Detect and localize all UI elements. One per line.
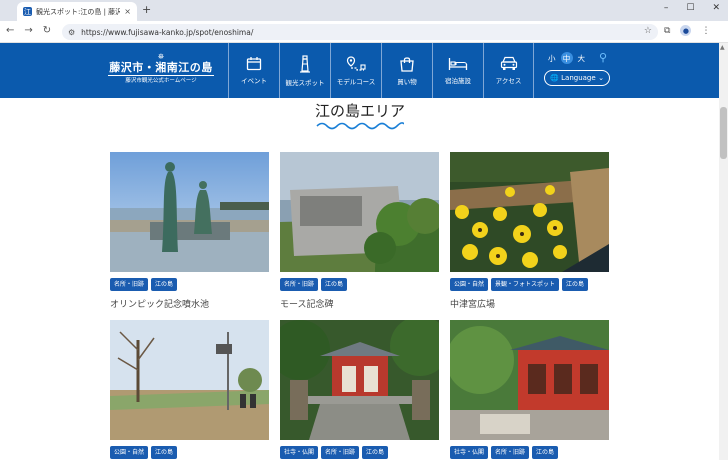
maximize-button[interactable]: ☐	[686, 3, 694, 13]
scrollbar-thumb[interactable]	[720, 107, 727, 159]
bookmark-star-icon[interactable]: ☆	[644, 26, 652, 36]
lighthouse-icon	[300, 54, 310, 73]
font-size-large[interactable]: 大	[578, 53, 586, 64]
tag[interactable]: 名所・旧跡	[110, 278, 149, 291]
spot-card[interactable]: 社寺・仏閣 名所・旧跡 江の島	[450, 320, 609, 459]
wave-divider-icon	[316, 122, 404, 130]
tag[interactable]: 公園・自然	[450, 278, 489, 291]
spot-name[interactable]: 中津宮広場	[450, 297, 609, 310]
spot-name[interactable]: オリンピック記念噴水池	[110, 297, 269, 310]
tag[interactable]: 公園・自然	[110, 446, 149, 459]
tab-close-icon[interactable]: ×	[124, 7, 131, 16]
menu-item-access[interactable]: アクセス	[483, 43, 534, 98]
spot-card[interactable]: 名所・旧跡 江の島 オリンピック記念噴水池	[110, 152, 269, 310]
tag[interactable]: 社寺・仏閣	[280, 446, 319, 459]
page-title: 江の島エリア	[314, 102, 405, 120]
tag[interactable]: 名所・旧跡	[491, 446, 530, 459]
spot-name[interactable]: モース記念碑	[280, 297, 439, 310]
chevron-down-icon: ⌄	[598, 74, 604, 82]
menu-item-model-course[interactable]: モデルコース	[330, 43, 381, 98]
tag[interactable]: 景観・フォトスポット	[491, 278, 560, 291]
tag[interactable]: 名所・旧跡	[321, 446, 360, 459]
font-size-medium[interactable]: 中	[560, 52, 573, 64]
lighthouse-logo-icon: ⛯	[157, 52, 165, 61]
tag-list: 公園・自然 景観・フォトスポット 江の島	[450, 278, 609, 291]
page-scrollbar[interactable]	[719, 43, 728, 460]
menu-item-event[interactable]: イベント	[228, 43, 279, 98]
tag[interactable]: 江の島	[362, 446, 389, 459]
spot-photo[interactable]	[280, 320, 439, 440]
window-controls: – ☐ ✕	[664, 3, 720, 13]
tag-list: 名所・旧跡 江の島	[110, 278, 269, 291]
tag-list: 社寺・仏閣 名所・旧跡 江の島	[450, 446, 609, 459]
spot-card[interactable]: 社寺・仏閣 名所・旧跡 江の島	[280, 320, 439, 459]
tag[interactable]: 江の島	[151, 278, 178, 291]
tag[interactable]: 江の島	[151, 446, 178, 459]
globe-icon: 🌐	[550, 74, 559, 82]
site-logo[interactable]: ⛯ 藤沢市・湘南江の島 藤沢市観光公式ホームページ	[108, 53, 214, 91]
tab-title: 観光スポット:江の島 | 藤沢市観光	[36, 7, 121, 16]
tag[interactable]: 江の島	[321, 278, 348, 291]
bed-icon	[448, 57, 468, 70]
new-tab-button[interactable]: +	[142, 3, 151, 16]
tag-list: 社寺・仏閣 名所・旧跡 江の島	[280, 446, 439, 459]
spot-photo[interactable]	[110, 320, 269, 440]
extensions-icon[interactable]: ⧉	[664, 26, 670, 36]
spot-photo[interactable]	[450, 320, 609, 440]
site-favicon-icon: 江	[23, 7, 32, 16]
tag[interactable]: 江の島	[532, 446, 559, 459]
tag-list: 公園・自然 江の島	[110, 446, 269, 459]
site-info-icon[interactable]: ⚙	[68, 28, 75, 37]
language-selector[interactable]: 🌐 Language ⌄	[544, 70, 610, 86]
logo-main-text: 藤沢市・湘南江の島	[109, 61, 213, 74]
tag[interactable]: 名所・旧跡	[280, 278, 319, 291]
scroll-up-arrow-icon[interactable]: ▲	[720, 44, 725, 51]
map-route-icon	[346, 55, 366, 71]
spot-card[interactable]: 名所・旧跡 江の島 モース記念碑	[280, 152, 439, 310]
spot-photo[interactable]	[450, 152, 609, 272]
omnibox[interactable]: ⚙ https://www.fujisawa-kanko.jp/spot/eno…	[62, 24, 658, 40]
font-size-switcher: 小 中 大	[548, 52, 585, 64]
profile-avatar-icon[interactable]: ●	[680, 25, 692, 36]
more-menu-icon[interactable]: ⋮	[701, 26, 710, 36]
spot-photo[interactable]	[280, 152, 439, 272]
main-menu: イベント 観光スポット モデルコース 買い物 宿泊施設 アクセス	[228, 43, 534, 98]
url-text[interactable]: https://www.fujisawa-kanko.jp/spot/enosh…	[81, 28, 253, 37]
tag[interactable]: 江の島	[562, 278, 589, 291]
browser-tab[interactable]: 江 観光スポット:江の島 | 藤沢市観光 ×	[17, 2, 137, 21]
language-label: Language	[561, 74, 596, 82]
shopping-bag-icon	[400, 56, 414, 72]
menu-item-spot[interactable]: 観光スポット	[279, 43, 330, 98]
logo-sub-text: 藤沢市観光公式ホームページ	[108, 75, 214, 85]
calendar-icon	[246, 57, 262, 71]
search-icon[interactable]: ⚲	[599, 51, 607, 64]
tag-list: 名所・旧跡 江の島	[280, 278, 439, 291]
site-header: ⛯ 藤沢市・湘南江の島 藤沢市観光公式ホームページ イベント 観光スポット モデ…	[0, 43, 719, 98]
menu-item-shopping[interactable]: 買い物	[381, 43, 432, 98]
tag[interactable]: 社寺・仏閣	[450, 446, 489, 459]
menu-item-lodging[interactable]: 宿泊施設	[432, 43, 483, 98]
forward-arrow-icon[interactable]: →	[24, 25, 32, 36]
spot-card[interactable]: 公園・自然 景観・フォトスポット 江の島 中津宮広場	[450, 152, 609, 310]
car-icon	[500, 56, 517, 70]
font-size-small[interactable]: 小	[548, 53, 556, 64]
spot-photo[interactable]	[110, 152, 269, 272]
minimize-button[interactable]: –	[664, 3, 669, 13]
address-bar-row: ← → ↻ ⚙ https://www.fujisawa-kanko.jp/sp…	[0, 21, 728, 43]
browser-tabbar: 江 観光スポット:江の島 | 藤沢市観光 × + – ☐ ✕	[0, 0, 728, 21]
close-window-button[interactable]: ✕	[712, 3, 720, 13]
reload-icon[interactable]: ↻	[43, 25, 51, 36]
spot-card[interactable]: 公園・自然 江の島	[110, 320, 269, 459]
back-arrow-icon[interactable]: ←	[6, 25, 14, 36]
